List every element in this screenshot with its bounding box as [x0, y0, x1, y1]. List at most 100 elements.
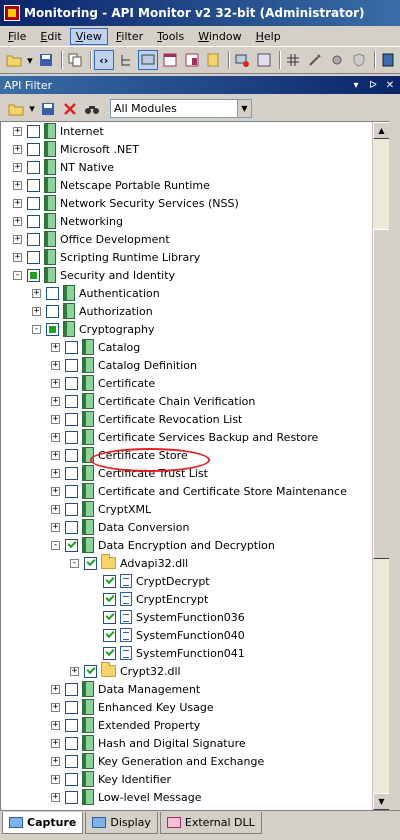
tree-category-item[interactable]: + Certificate and Certificate Store Maint…: [51, 482, 347, 500]
tree-category-item[interactable]: - Data Encryption and Decryption: [51, 536, 275, 554]
tree-category-item[interactable]: + Scripting Runtime Library: [13, 248, 200, 266]
tree-category-item[interactable]: + Catalog: [51, 338, 140, 356]
checkbox[interactable]: [27, 178, 40, 192]
checkbox[interactable]: [46, 286, 59, 300]
menu-view[interactable]: View: [69, 27, 108, 45]
help-book-icon[interactable]: [378, 50, 398, 70]
tree-category-item[interactable]: + Key Identifier: [51, 770, 171, 788]
checkbox[interactable]: [27, 268, 40, 282]
tree-category-item[interactable]: + NT Native: [13, 158, 114, 176]
checkbox[interactable]: [65, 430, 78, 444]
open-dropdown-icon[interactable]: ▾: [26, 50, 34, 70]
expand-icon[interactable]: +: [51, 432, 60, 442]
tree-category-item[interactable]: + Microsoft .NET: [13, 140, 139, 158]
save-icon[interactable]: [38, 99, 58, 119]
tab-external-dll[interactable]: External DLL: [159, 812, 262, 834]
expand-icon[interactable]: +: [32, 288, 41, 298]
checkbox[interactable]: [65, 754, 78, 768]
checkbox[interactable]: [65, 376, 78, 390]
tree-function-item[interactable]: SystemFunction036: [89, 608, 245, 626]
checkbox[interactable]: [65, 736, 78, 750]
expand-icon[interactable]: +: [51, 360, 60, 370]
menu-filter[interactable]: Filter: [110, 28, 149, 45]
expand-icon[interactable]: +: [51, 702, 60, 712]
expand-icon[interactable]: +: [13, 252, 22, 262]
tree-dll-item[interactable]: - Advapi32.dll: [70, 554, 188, 572]
tree-category-item[interactable]: + Certificate Revocation List: [51, 410, 242, 428]
expand-icon[interactable]: +: [51, 486, 60, 496]
checkbox[interactable]: [103, 646, 116, 660]
tree-icon[interactable]: [116, 50, 136, 70]
expand-icon[interactable]: +: [13, 126, 22, 136]
checkbox[interactable]: [65, 682, 78, 696]
expand-icon[interactable]: +: [51, 684, 60, 694]
settings-icon[interactable]: [327, 50, 347, 70]
collapse-icon[interactable]: -: [13, 270, 22, 280]
tree-category-item[interactable]: + Authentication: [32, 284, 160, 302]
delete-icon[interactable]: [60, 99, 80, 119]
checkbox[interactable]: [65, 772, 78, 786]
checkbox[interactable]: [27, 250, 40, 264]
collapse-icon[interactable]: -: [51, 540, 60, 550]
tree-category-item[interactable]: + Networking: [13, 212, 123, 230]
checkbox[interactable]: [65, 718, 78, 732]
tree-category-item[interactable]: + Certificate Chain Verification: [51, 392, 255, 410]
expand-icon[interactable]: +: [51, 396, 60, 406]
tree-category-item[interactable]: + Netscape Portable Runtime: [13, 176, 210, 194]
tree-function-item[interactable]: SystemFunction040: [89, 626, 245, 644]
checkbox[interactable]: [27, 160, 40, 174]
expand-icon[interactable]: +: [51, 450, 60, 460]
menu-file[interactable]: File: [2, 28, 32, 45]
checkbox[interactable]: [84, 664, 97, 678]
checkbox[interactable]: [65, 466, 78, 480]
tree-function-item[interactable]: CryptEncrypt: [89, 590, 208, 608]
module-icon[interactable]: [254, 50, 274, 70]
close-icon[interactable]: ✕: [383, 80, 397, 91]
tree-category-item[interactable]: + Key Generation and Exchange: [51, 752, 264, 770]
tree-category-item[interactable]: + Network Security Services (NSS): [13, 194, 239, 212]
checkbox[interactable]: [27, 214, 40, 228]
scroll-down-icon[interactable]: ▼: [373, 793, 390, 810]
checkbox[interactable]: [65, 700, 78, 714]
expand-icon[interactable]: +: [13, 216, 22, 226]
expand-icon[interactable]: +: [51, 378, 60, 388]
tree-dll-item[interactable]: + Crypt32.dll: [70, 662, 181, 680]
shield-icon[interactable]: [349, 50, 369, 70]
tree-category-item[interactable]: + Authorization: [32, 302, 153, 320]
checkbox[interactable]: [103, 574, 116, 588]
copy-icon[interactable]: [65, 50, 85, 70]
checkbox[interactable]: [103, 592, 116, 606]
expand-icon[interactable]: +: [51, 756, 60, 766]
open-icon[interactable]: [6, 99, 26, 119]
tree-function-item[interactable]: CryptDecrypt: [89, 572, 210, 590]
expand-icon[interactable]: +: [51, 468, 60, 478]
panel-menu-icon[interactable]: ▾: [349, 80, 363, 91]
pin-icon[interactable]: ᐅ: [366, 80, 380, 91]
find-icon[interactable]: [82, 99, 102, 119]
tab-display[interactable]: Display: [85, 812, 158, 834]
expand-icon[interactable]: +: [32, 306, 41, 316]
checkbox[interactable]: [103, 628, 116, 642]
checkbox[interactable]: [65, 448, 78, 462]
expand-icon[interactable]: +: [13, 180, 22, 190]
window-alt-icon[interactable]: [182, 50, 202, 70]
menu-window[interactable]: Window: [192, 28, 247, 45]
tree-category-item[interactable]: + Hash and Digital Signature: [51, 734, 246, 752]
checkbox[interactable]: [65, 394, 78, 408]
checkbox[interactable]: [46, 322, 59, 336]
expand-icon[interactable]: +: [13, 198, 22, 208]
checkbox[interactable]: [84, 556, 97, 570]
tree-category-item[interactable]: + Extended Property: [51, 716, 200, 734]
expand-icon[interactable]: +: [70, 666, 79, 676]
notes-icon[interactable]: [203, 50, 223, 70]
vertical-scrollbar[interactable]: ▲ ▼: [372, 122, 390, 810]
save-icon[interactable]: [36, 50, 56, 70]
open-dropdown-icon[interactable]: ▾: [28, 99, 36, 119]
tree-category-item[interactable]: - Security and Identity: [13, 266, 175, 284]
tree-function-item[interactable]: SystemFunction041: [89, 644, 245, 662]
checkbox[interactable]: [103, 610, 116, 624]
tree-category-item[interactable]: + Office Development: [13, 230, 170, 248]
scroll-up-icon[interactable]: ▲: [373, 122, 390, 139]
collapse-icon[interactable]: -: [32, 324, 41, 334]
checkbox[interactable]: [27, 142, 40, 156]
